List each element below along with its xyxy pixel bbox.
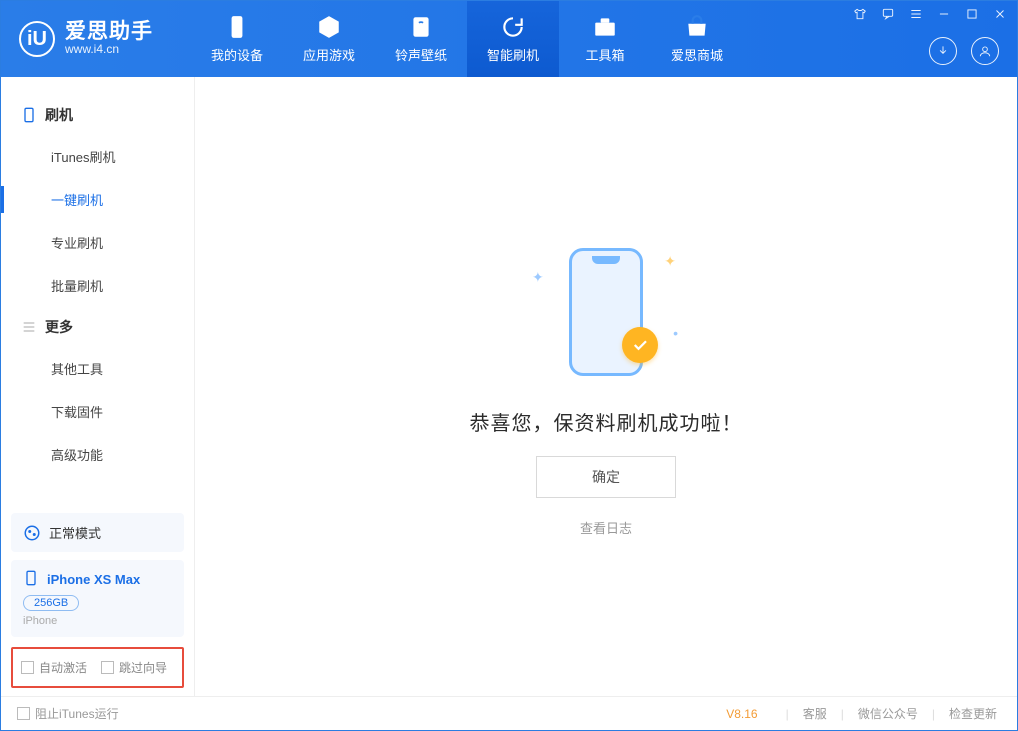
sidebar-item-other-tools[interactable]: 其他工具 [1,347,194,390]
sidebar-item-onekey-flash[interactable]: 一键刷机 [1,178,194,221]
success-illustration: ✦ ✦ • [526,237,686,387]
bottom-checks-highlight: 自动激活 跳过向导 [11,647,184,688]
feedback-icon[interactable] [879,5,897,23]
logo: iU 爱思助手 www.i4.cn [1,1,191,77]
maximize-icon[interactable] [963,5,981,23]
status-card[interactable]: 正常模式 [11,513,184,552]
store-icon [684,14,710,40]
sidebar-section-flash: 刷机 [1,95,194,135]
toolbox-icon [592,14,618,40]
tab-label: 工具箱 [585,45,624,64]
device-phone-icon [23,570,39,589]
sidebar-section-title: 刷机 [45,105,73,125]
download-icon[interactable] [929,37,957,65]
header-right-icons [929,37,999,65]
checkbox-icon [101,661,114,674]
minimize-icon[interactable] [935,5,953,23]
version-label: V8.16 [726,707,757,721]
tab-label: 智能刷机 [487,45,539,64]
ok-button[interactable]: 确定 [536,456,676,498]
checkbox-icon [17,707,30,720]
success-check-icon [622,327,658,363]
body: 刷机 iTunes刷机 一键刷机 专业刷机 批量刷机 更多 其他工具 下载固件 … [1,77,1017,696]
tab-label: 爱思商城 [671,45,723,64]
sidebar-item-download-firmware[interactable]: 下载固件 [1,390,194,433]
sidebar-item-batch-flash[interactable]: 批量刷机 [1,264,194,307]
checkbox-label: 自动激活 [39,659,87,676]
sidebar-section-title: 更多 [45,317,73,337]
footer-link-update[interactable]: 检查更新 [945,705,1001,722]
device-icon [224,14,250,40]
user-icon[interactable] [971,37,999,65]
checkbox-block-itunes[interactable]: 阻止iTunes运行 [17,705,119,722]
top-tabs: 我的设备 应用游戏 铃声壁纸 智能刷机 工具箱 爱思商城 [191,1,743,77]
phone-outline-icon [21,107,37,123]
shirt-icon[interactable] [851,5,869,23]
tab-ringtone[interactable]: 铃声壁纸 [375,1,467,77]
logo-text: 爱思助手 www.i4.cn [65,21,153,58]
device-name: iPhone XS Max [47,572,140,587]
footer-link-support[interactable]: 客服 [799,705,831,722]
sidebar-item-advanced[interactable]: 高级功能 [1,433,194,476]
window-controls [851,5,1009,23]
device-type: iPhone [23,615,172,627]
header: iU 爱思助手 www.i4.cn 我的设备 应用游戏 铃声壁纸 智能刷机 [1,1,1017,77]
view-log-link[interactable]: 查看日志 [580,518,632,537]
footer: 阻止iTunes运行 V8.16 | 客服 | 微信公众号 | 检查更新 [1,696,1017,730]
app-name-cn: 爱思助手 [65,21,153,42]
sidebar: 刷机 iTunes刷机 一键刷机 专业刷机 批量刷机 更多 其他工具 下载固件 … [1,77,195,696]
logo-icon: iU [19,21,55,57]
sidebar-item-itunes-flash[interactable]: iTunes刷机 [1,135,194,178]
cube-icon [316,14,342,40]
device-capacity: 256GB [23,595,79,611]
close-icon[interactable] [991,5,1009,23]
tab-device[interactable]: 我的设备 [191,1,283,77]
checkbox-label: 阻止iTunes运行 [35,705,119,722]
tab-toolbox[interactable]: 工具箱 [559,1,651,77]
device-card[interactable]: iPhone XS Max 256GB iPhone [11,560,184,637]
success-message: 恭喜您，保资料刷机成功啦！ [470,407,743,436]
checkbox-icon [21,661,34,674]
app-window: iU 爱思助手 www.i4.cn 我的设备 应用游戏 铃声壁纸 智能刷机 [0,0,1018,731]
tab-apps[interactable]: 应用游戏 [283,1,375,77]
status-mode: 正常模式 [49,523,101,542]
footer-link-wechat[interactable]: 微信公众号 [854,705,922,722]
sparkle-icon: • [673,325,678,341]
main-content: ✦ ✦ • 恭喜您，保资料刷机成功啦！ 确定 查看日志 [195,77,1017,696]
tab-flash[interactable]: 智能刷机 [467,1,559,77]
app-name-en: www.i4.cn [65,42,153,58]
tab-label: 铃声壁纸 [395,45,447,64]
tab-label: 我的设备 [211,45,263,64]
status-icon [23,524,41,542]
refresh-icon [500,14,526,40]
menu-icon[interactable] [907,5,925,23]
tab-store[interactable]: 爱思商城 [651,1,743,77]
music-icon [408,14,434,40]
tab-label: 应用游戏 [303,45,355,64]
checkbox-label: 跳过向导 [119,659,167,676]
checkbox-auto-activate[interactable]: 自动激活 [21,659,87,676]
sparkle-icon: ✦ [664,253,676,270]
sparkle-icon: ✦ [532,269,544,286]
checkbox-skip-guide[interactable]: 跳过向导 [101,659,167,676]
sidebar-section-more: 更多 [1,307,194,347]
list-icon [21,319,37,335]
sidebar-item-pro-flash[interactable]: 专业刷机 [1,221,194,264]
